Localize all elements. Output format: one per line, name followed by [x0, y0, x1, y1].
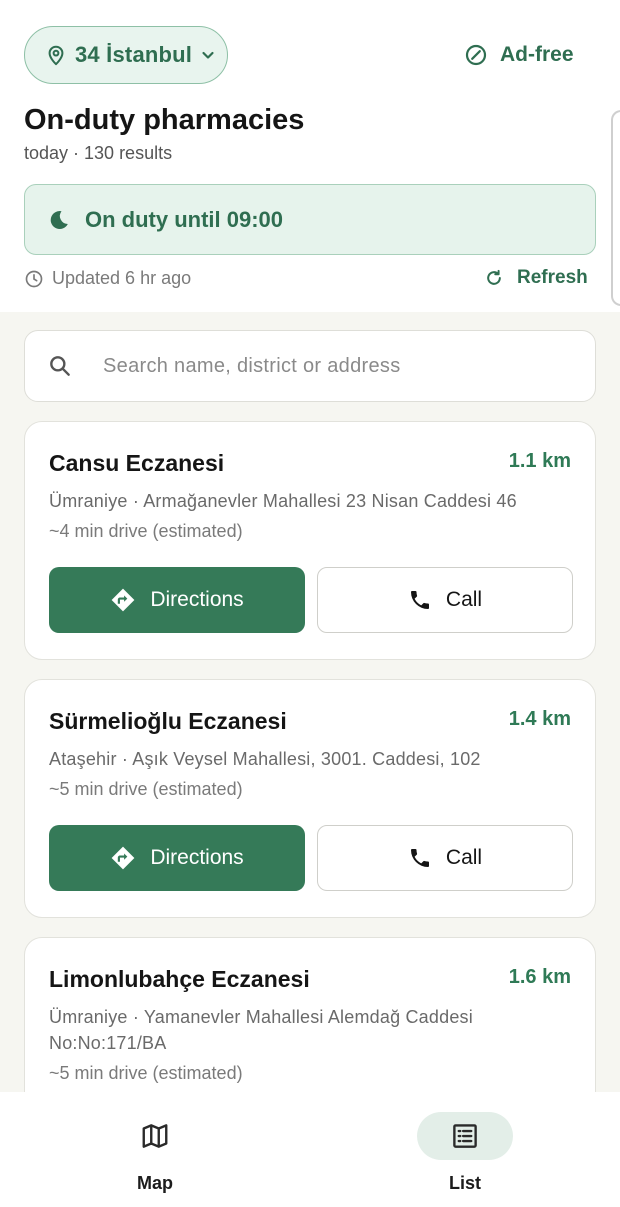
results-subtitle: today · 130 results: [24, 143, 173, 163]
nav-list[interactable]: List: [417, 1112, 513, 1194]
pharmacy-name: Cansu Eczanesi: [49, 450, 225, 476]
duty-banner: On duty until 09:00: [24, 184, 596, 255]
pharmacy-card[interactable]: Sürmelioğlu Eczanesi 1.4 km Ataşehir · A…: [24, 679, 596, 918]
pharmacy-distance: 1.1 km: [508, 450, 571, 472]
nav-map[interactable]: Map: [107, 1112, 203, 1194]
pharmacy-name: Limonlubahçe Eczanesi: [49, 966, 310, 992]
refresh-icon: [487, 269, 501, 285]
pharmacy-eta: ~5 min drive (estimated): [49, 1063, 243, 1083]
header-area: 34 İstanbul Ad-free On-duty pharmacies t…: [0, 0, 620, 312]
call-label: Call: [445, 846, 483, 869]
adfree-label: Ad-free: [500, 43, 574, 66]
bottom-navigation: Map List: [0, 1092, 620, 1207]
directions-icon: [111, 846, 135, 870]
call-button[interactable]: Call: [317, 825, 573, 891]
call-button[interactable]: Call: [317, 567, 573, 633]
pharmacy-card[interactable]: Cansu Eczanesi 1.1 km Ümraniye · Armağan…: [24, 421, 596, 660]
nav-list-label: List: [448, 1173, 481, 1193]
directions-button[interactable]: Directions: [49, 567, 305, 633]
pharmacy-eta: ~5 min drive (estimated): [49, 779, 243, 799]
search-bar[interactable]: [24, 330, 596, 402]
refresh-label: Refresh: [517, 267, 588, 288]
pharmacy-address: Ataşehir · Aşık Veysel Mahallesi, 3001. …: [49, 749, 481, 769]
directions-icon: [111, 588, 135, 612]
block-icon: [465, 44, 487, 66]
city-selector[interactable]: 34 İstanbul: [24, 26, 228, 84]
nav-list-indicator: [417, 1112, 513, 1160]
pharmacy-distance: 1.4 km: [508, 708, 571, 730]
directions-button[interactable]: Directions: [49, 825, 305, 891]
location-pin-icon: [48, 45, 64, 66]
pharmacy-distance: 1.6 km: [508, 966, 571, 988]
pharmacy-address: Ümraniye · Armağanevler Mahallesi 23 Nis…: [49, 491, 517, 511]
search-input[interactable]: [103, 354, 543, 378]
nav-map-label: Map: [137, 1173, 173, 1193]
search-icon: [50, 356, 70, 376]
phone-icon: [410, 849, 429, 867]
list-icon: [453, 1124, 477, 1148]
duty-label: On duty until 09:00: [85, 206, 284, 232]
directions-label: Directions: [150, 588, 244, 611]
side-drawer-handle[interactable]: [611, 110, 620, 306]
clock-icon: [25, 270, 43, 287]
pharmacy-address: Ümraniye · Yamanevler Mahallesi Alemdağ …: [49, 1007, 473, 1053]
city-label: 34 İstanbul: [75, 42, 193, 67]
page-title: On-duty pharmacies: [24, 104, 305, 136]
moon-icon: [50, 210, 68, 229]
pharmacy-eta: ~4 min drive (estimated): [49, 521, 243, 541]
pharmacy-name: Sürmelioğlu Eczanesi: [49, 708, 287, 734]
call-label: Call: [445, 588, 483, 611]
updated-status: Updated 6 hr ago: [24, 268, 191, 289]
directions-label: Directions: [150, 846, 244, 869]
nav-map-indicator: [107, 1112, 203, 1160]
updated-label: Updated 6 hr ago: [52, 268, 192, 288]
refresh-button[interactable]: Refresh: [484, 267, 588, 289]
map-icon: [142, 1124, 168, 1148]
adfree-button[interactable]: Ad-free: [464, 40, 574, 70]
chevron-down-icon: [202, 51, 214, 59]
phone-icon: [410, 591, 429, 609]
